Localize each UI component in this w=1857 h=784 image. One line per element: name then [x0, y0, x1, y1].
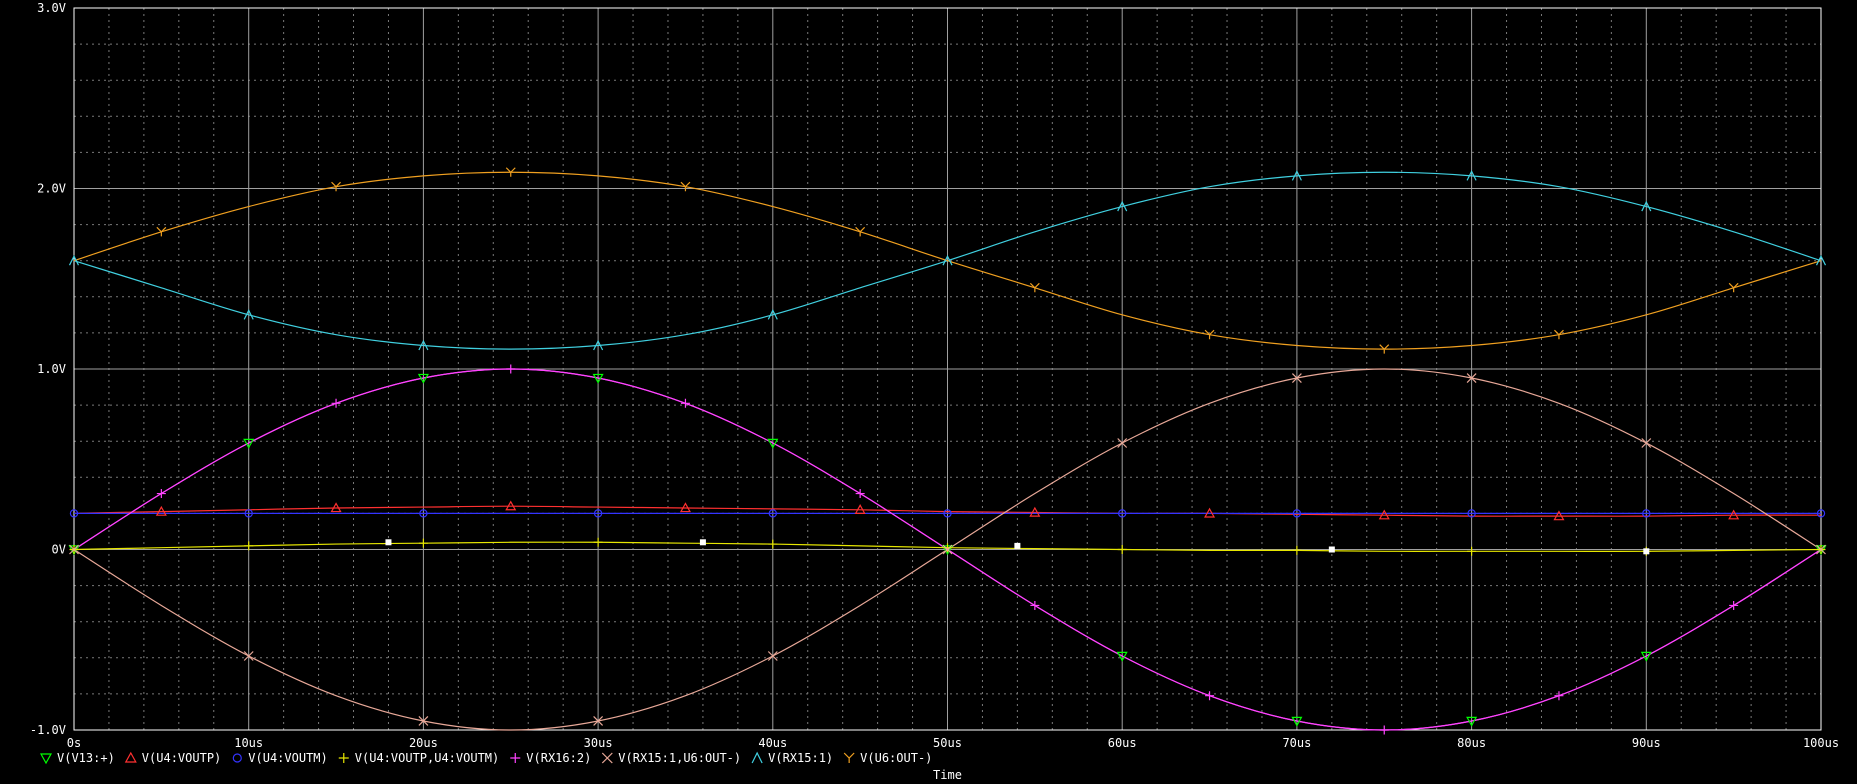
- marker-series-4: [506, 364, 516, 374]
- marker-series-7: [156, 226, 167, 237]
- legend-marker-icon: [232, 753, 242, 763]
- legend-item-0[interactable]: V(V13:+): [39, 751, 115, 765]
- y-tick-label: -1.0V: [30, 723, 66, 737]
- marker-series-4: [1205, 691, 1215, 701]
- marker-series-7: [855, 226, 866, 237]
- marker-series-3: [1292, 545, 1302, 555]
- legend-marker-icon: [510, 753, 521, 763]
- marker-series-4: [1729, 600, 1739, 610]
- square-marker: [1014, 542, 1021, 549]
- legend-label: V(RX15:1): [768, 751, 833, 765]
- marker-series-4: [1379, 725, 1389, 735]
- y-tick-label: 2.0V: [37, 182, 66, 196]
- marker-series-4: [331, 398, 341, 408]
- x-tick-label: 70us: [1282, 736, 1311, 750]
- marker-series-3: [1117, 545, 1127, 554]
- x-tick-label: 30us: [584, 736, 613, 750]
- x-tick-label: 60us: [1108, 736, 1137, 750]
- x-tick-label: 10us: [234, 736, 263, 750]
- marker-series-3: [768, 539, 778, 549]
- x-tick-label: 100us: [1803, 736, 1839, 750]
- square-marker: [1328, 546, 1335, 553]
- x-tick-label: 50us: [933, 736, 962, 750]
- legend-marker-icon: [751, 751, 763, 764]
- legend-item-7[interactable]: V(U6:OUT-): [843, 751, 932, 765]
- legend-label: V(U4:VOUTM): [248, 751, 327, 765]
- square-marker: [1643, 548, 1650, 555]
- marker-series-3: [418, 538, 428, 548]
- marker-series-4: [1554, 691, 1564, 701]
- major-grid: [73, 7, 1822, 731]
- marker-series-4: [156, 489, 166, 499]
- y-tick-label: 3.0V: [37, 1, 66, 15]
- legend-item-6[interactable]: V(RX15:1): [751, 751, 833, 765]
- legend-marker-icon: [338, 753, 349, 763]
- legend-marker-icon: [843, 752, 855, 763]
- marker-series-7: [1728, 282, 1739, 293]
- marker-series-3: [593, 537, 603, 547]
- legend-label: V(RX16:2): [526, 751, 591, 765]
- square-marker: [699, 539, 706, 546]
- legend-item-2[interactable]: V(U4:VOUTM): [232, 751, 328, 765]
- marker-series-4: [1030, 600, 1040, 610]
- square-marker: [385, 539, 392, 546]
- x-tick-label: 0s: [67, 736, 81, 750]
- legend[interactable]: V(V13:+) V(U4:VOUTP) V(U4:VOUTM) V(U4:VOUTP…: [39, 751, 932, 765]
- x-tick-label: 80us: [1457, 736, 1486, 750]
- x-tick-label: 90us: [1632, 736, 1661, 750]
- x-axis-label: Time: [933, 768, 962, 782]
- legend-marker-icon: [39, 753, 53, 765]
- legend-item-5[interactable]: V(RX15:1,U6:OUT-): [601, 751, 741, 765]
- legend-label: V(V13:+): [57, 751, 115, 765]
- legend-label: V(U4:VOUTP): [142, 751, 221, 765]
- x-tick-label: 20us: [409, 736, 438, 750]
- legend-item-4[interactable]: V(RX16:2): [510, 751, 591, 765]
- legend-marker-icon: [601, 752, 613, 764]
- legend-marker-icon: [124, 751, 137, 763]
- y-tick-label: 1.0V: [37, 362, 66, 376]
- legend-label: V(U6:OUT-): [860, 751, 932, 765]
- transient-plot: -1.0V 0V 1.0V 2.0V 3.0V 0s 10us 20us 30us 40us 50u…: [30, 1, 1839, 782]
- marker-series-4: [855, 489, 865, 499]
- marker-series-7: [1029, 282, 1040, 293]
- marker-series-4: [680, 398, 690, 408]
- legend-item-1[interactable]: V(U4:VOUTP): [124, 751, 221, 765]
- legend-item-3[interactable]: V(U4:VOUTP,U4:VOUTM): [338, 751, 500, 765]
- legend-label: V(RX15:1,U6:OUT-): [618, 751, 741, 765]
- tick-labels: -1.0V 0V 1.0V 2.0V 3.0V 0s 10us 20us 30us 40us 50u…: [30, 1, 1839, 750]
- y-tick-label: 0V: [52, 543, 66, 557]
- x-tick-label: 40us: [758, 736, 787, 750]
- legend-label: V(U4:VOUTP,U4:VOUTM): [355, 751, 500, 765]
- marker-series-3: [1467, 546, 1477, 556]
